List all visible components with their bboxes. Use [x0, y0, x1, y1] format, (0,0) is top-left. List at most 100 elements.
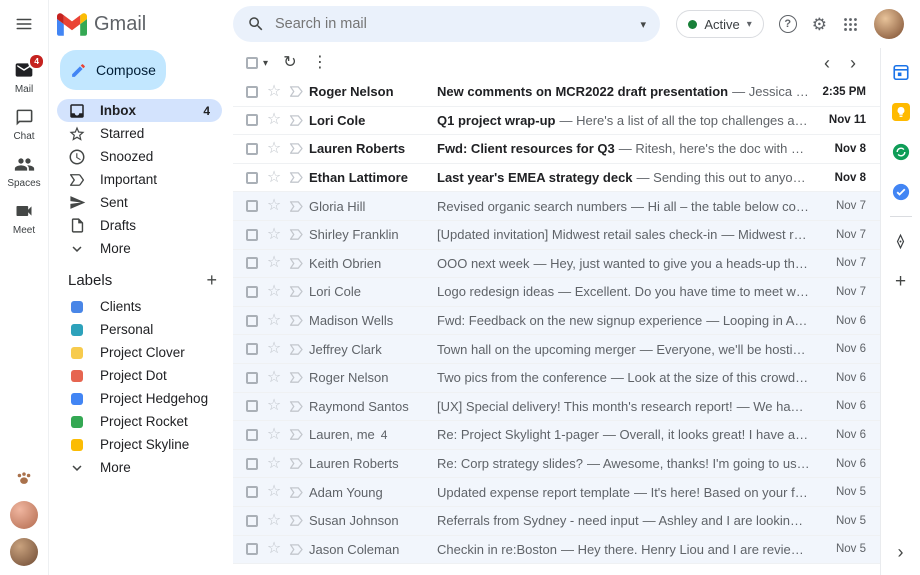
sidebar-item-sent[interactable]: Sent	[57, 191, 222, 214]
email-row[interactable]: ☆ Lori Cole Logo redesign ideas— Excelle…	[233, 278, 880, 307]
important-marker-icon[interactable]	[285, 312, 307, 329]
star-icon[interactable]: ☆	[267, 313, 281, 329]
sidebar-item-starred[interactable]: Starred	[57, 122, 222, 145]
star-icon[interactable]: ☆	[267, 255, 281, 271]
compose-button[interactable]: Compose	[60, 50, 166, 90]
email-checkbox[interactable]	[246, 114, 258, 126]
email-checkbox[interactable]	[246, 286, 258, 298]
email-checkbox[interactable]	[246, 400, 258, 412]
star-icon[interactable]: ☆	[267, 112, 281, 128]
email-row[interactable]: ☆ Lauren Roberts Re: Corp strategy slide…	[233, 450, 880, 479]
email-checkbox[interactable]	[246, 486, 258, 498]
email-row[interactable]: ☆ Roger Nelson Two pics from the confere…	[233, 364, 880, 393]
create-label-button[interactable]: +	[206, 271, 217, 289]
sidebar-label-clients[interactable]: Clients	[57, 295, 222, 318]
email-row[interactable]: ☆ Lauren Roberts Fwd: Client resources f…	[233, 135, 880, 164]
email-checkbox[interactable]	[246, 543, 258, 555]
search-icon[interactable]	[247, 15, 265, 33]
email-checkbox[interactable]	[246, 458, 258, 470]
star-icon[interactable]: ☆	[267, 84, 281, 100]
email-checkbox[interactable]	[246, 315, 258, 327]
star-icon[interactable]: ☆	[267, 341, 281, 357]
email-row[interactable]: ☆ Raymond Santos [UX] Special delivery! …	[233, 393, 880, 422]
select-dropdown-icon[interactable]: ▾	[263, 58, 275, 69]
email-checkbox[interactable]	[246, 343, 258, 355]
hide-side-panel-icon[interactable]: ›	[898, 543, 904, 561]
email-row[interactable]: ☆ Jason Coleman Checkin in re:Boston— He…	[233, 536, 880, 565]
important-marker-icon[interactable]	[285, 255, 307, 272]
sidebar-item-snoozed[interactable]: Snoozed	[57, 145, 222, 168]
email-checkbox[interactable]	[246, 200, 258, 212]
star-icon[interactable]: ☆	[267, 398, 281, 414]
star-icon[interactable]: ☆	[267, 284, 281, 300]
star-icon[interactable]: ☆	[267, 170, 281, 186]
email-row[interactable]: ☆ Shirley Franklin [Updated invitation] …	[233, 221, 880, 250]
sidebar-label-project-skyline[interactable]: Project Skyline	[57, 433, 222, 456]
email-row[interactable]: ☆ Jeffrey Clark Town hall on the upcomin…	[233, 335, 880, 364]
email-row[interactable]: ☆ Adam Young Updated expense report temp…	[233, 478, 880, 507]
star-icon[interactable]: ☆	[267, 513, 281, 529]
tasks-icon[interactable]	[881, 172, 920, 212]
email-checkbox[interactable]	[246, 86, 258, 98]
important-marker-icon[interactable]	[285, 140, 307, 157]
sidebar-labels-more[interactable]: More	[57, 456, 222, 479]
search-options-caret-icon[interactable]: ▾	[640, 18, 646, 31]
email-row[interactable]: ☆ Lauren, me4 Re: Project Skylight 1-pag…	[233, 421, 880, 450]
sidebar-label-project-rocket[interactable]: Project Rocket	[57, 410, 222, 433]
important-marker-icon[interactable]	[285, 426, 307, 443]
more-options-icon[interactable]: ⋮	[305, 55, 335, 71]
search-bar[interactable]: ▾	[233, 6, 660, 42]
get-addons-icon[interactable]: +	[881, 261, 920, 301]
important-marker-icon[interactable]	[285, 341, 307, 358]
refresh-icon[interactable]: ↻	[275, 55, 305, 71]
gmail-logo[interactable]: Gmail	[49, 13, 233, 36]
email-checkbox[interactable]	[246, 143, 258, 155]
settings-gear-icon[interactable]: ⚙	[812, 16, 827, 33]
star-icon[interactable]: ☆	[267, 141, 281, 157]
important-marker-icon[interactable]	[285, 112, 307, 129]
sidebar-item-drafts[interactable]: Drafts	[57, 214, 222, 237]
sidebar-label-project-dot[interactable]: Project Dot	[57, 364, 222, 387]
star-icon[interactable]: ☆	[267, 541, 281, 557]
rail-item-mail[interactable]: 4 Mail	[0, 59, 48, 95]
email-row[interactable]: ☆ Ethan Lattimore Last year's EMEA strat…	[233, 164, 880, 193]
important-marker-icon[interactable]	[285, 198, 307, 215]
email-row[interactable]: ☆ Gloria Hill Revised organic search num…	[233, 192, 880, 221]
star-icon[interactable]: ☆	[267, 227, 281, 243]
sidebar-label-project-clover[interactable]: Project Clover	[57, 341, 222, 364]
email-row[interactable]: ☆ Susan Johnson Referrals from Sydney - …	[233, 507, 880, 536]
important-marker-icon[interactable]	[285, 484, 307, 501]
email-row[interactable]: ☆ Roger Nelson New comments on MCR2022 d…	[233, 78, 880, 107]
newer-page-icon[interactable]: ‹	[814, 54, 840, 72]
chat-contact-avatar[interactable]	[10, 501, 38, 529]
important-marker-icon[interactable]	[285, 541, 307, 558]
sidebar-item-more[interactable]: More	[57, 237, 222, 260]
keep-icon[interactable]	[881, 92, 920, 132]
important-marker-icon[interactable]	[285, 226, 307, 243]
rail-item-spaces[interactable]: Spaces	[0, 153, 48, 189]
important-marker-icon[interactable]	[285, 512, 307, 529]
email-checkbox[interactable]	[246, 257, 258, 269]
important-marker-icon[interactable]	[285, 83, 307, 100]
sidebar-item-important[interactable]: Important	[57, 168, 222, 191]
email-row[interactable]: ☆ Lori Cole Q1 project wrap-up— Here's a…	[233, 107, 880, 136]
profile-avatar[interactable]	[874, 9, 904, 39]
email-row[interactable]: ☆ Madison Wells Fwd: Feedback on the new…	[233, 307, 880, 336]
older-page-icon[interactable]: ›	[840, 54, 866, 72]
select-all-checkbox[interactable]	[246, 57, 258, 69]
search-input[interactable]	[275, 16, 630, 32]
email-checkbox[interactable]	[246, 229, 258, 241]
help-icon[interactable]: ?	[779, 15, 797, 33]
star-icon[interactable]: ☆	[267, 456, 281, 472]
email-checkbox[interactable]	[246, 515, 258, 527]
sync-addon-icon[interactable]	[881, 132, 920, 172]
important-marker-icon[interactable]	[285, 169, 307, 186]
important-marker-icon[interactable]	[285, 455, 307, 472]
calendar-icon[interactable]	[881, 52, 920, 92]
status-selector[interactable]: Active ▾	[676, 10, 763, 38]
email-checkbox[interactable]	[246, 429, 258, 441]
google-apps-icon[interactable]	[842, 16, 859, 33]
main-menu-button[interactable]	[0, 0, 48, 48]
star-icon[interactable]: ☆	[267, 484, 281, 500]
star-icon[interactable]: ☆	[267, 427, 281, 443]
